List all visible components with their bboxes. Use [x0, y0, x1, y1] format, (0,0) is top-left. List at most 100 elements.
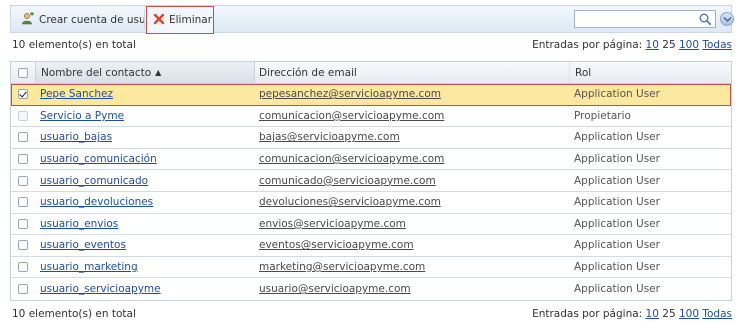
email-link[interactable]: pepesanchez@servicioapyme.com	[259, 88, 441, 100]
table-header: Nombre del contacto ▲ Dirección de email…	[11, 62, 731, 84]
role-label: Application User	[574, 196, 660, 209]
table-row[interactable]: Servicio a Pyme comunicacion@servicioapym…	[11, 106, 731, 128]
email-link[interactable]: comunicacion@servicioapyme.com	[259, 110, 444, 122]
row-select-cell	[11, 127, 35, 148]
contact-name-cell: usuario_comunicado	[35, 170, 255, 191]
email-link[interactable]: comunicacion@servicioapyme.com	[259, 153, 444, 165]
contact-name-link[interactable]: usuario_comunicación	[40, 153, 157, 165]
email-link[interactable]: marketing@servicioapyme.com	[259, 261, 425, 273]
page-size-25: 25	[662, 308, 676, 320]
contact-name-cell: usuario_bajas	[35, 127, 255, 148]
row-checkbox[interactable]	[18, 89, 28, 100]
email-cell: devoluciones@servicioapyme.com	[255, 192, 569, 213]
row-checkbox[interactable]	[18, 262, 28, 273]
table-row[interactable]: usuario_devoluciones devoluciones@servici…	[11, 192, 731, 214]
contact-name-link[interactable]: usuario_bajas	[40, 131, 112, 143]
select-all-cell	[11, 62, 35, 83]
email-cell: usuario@servicioapyme.com	[255, 278, 569, 300]
row-select-cell	[11, 235, 35, 256]
table-body: Pepe Sanchez pepesanchez@servicioapyme.co…	[11, 84, 731, 300]
delete-button[interactable]: Eliminar	[146, 6, 214, 34]
total-count: 10 elemento(s) en total	[12, 39, 136, 51]
email-cell: comunicacion@servicioapyme.com	[255, 106, 569, 127]
table-row[interactable]: Pepe Sanchez pepesanchez@servicioapyme.co…	[11, 84, 731, 106]
contact-name-link[interactable]: usuario_envios	[40, 218, 118, 230]
row-select-cell	[11, 278, 35, 300]
summary-bottom: 10 elemento(s) en total Entradas por pág…	[10, 308, 732, 322]
row-checkbox[interactable]	[18, 197, 28, 208]
row-checkbox[interactable]	[18, 284, 28, 295]
email-cell: envios@servicioapyme.com	[255, 214, 569, 235]
contact-name-cell: usuario_comunicación	[35, 149, 255, 170]
email-link[interactable]: devoluciones@servicioapyme.com	[259, 196, 441, 208]
row-select-cell	[11, 214, 35, 235]
table-row[interactable]: usuario_marketing marketing@servicioapyme…	[11, 257, 731, 279]
role-cell: Application User	[569, 278, 733, 300]
row-checkbox[interactable]	[18, 240, 28, 251]
header-role[interactable]: Rol	[569, 62, 733, 83]
add-user-icon	[21, 11, 35, 29]
row-checkbox[interactable]	[18, 175, 28, 186]
email-link[interactable]: bajas@servicioapyme.com	[259, 131, 400, 143]
search-icon[interactable]	[698, 12, 712, 26]
email-link[interactable]: usuario@servicioapyme.com	[259, 283, 411, 295]
delete-label: Eliminar	[169, 14, 213, 26]
contact-name-cell: usuario_eventos	[35, 235, 255, 256]
table-row[interactable]: usuario_bajas bajas@servicioapyme.com Appl…	[11, 127, 731, 149]
page-size-all[interactable]: Todas	[702, 39, 732, 51]
toolbar-separator	[144, 10, 145, 30]
contact-name-link[interactable]: usuario_marketing	[40, 261, 138, 273]
page-size-100[interactable]: 100	[679, 308, 699, 320]
row-checkbox[interactable]	[18, 218, 28, 229]
row-checkbox[interactable]	[18, 132, 28, 143]
contact-name-link[interactable]: Servicio a Pyme	[40, 110, 124, 122]
email-cell: pepesanchez@servicioapyme.com	[255, 84, 569, 105]
row-select-cell	[11, 84, 35, 105]
table-row[interactable]: usuario_envios envios@servicioapyme.com Ap…	[11, 214, 731, 236]
row-checkbox[interactable]	[18, 154, 28, 165]
role-label: Propietario	[574, 109, 631, 122]
email-link[interactable]: eventos@servicioapyme.com	[259, 239, 414, 251]
row-select-cell	[11, 257, 35, 278]
contact-name-cell: usuario_marketing	[35, 257, 255, 278]
role-cell: Application User	[569, 170, 733, 191]
contact-name-link[interactable]: usuario_comunicado	[40, 175, 148, 187]
table-row[interactable]: usuario_servicioapyme usuario@servicioapy…	[11, 278, 731, 300]
row-select-cell	[11, 192, 35, 213]
email-link[interactable]: envios@servicioapyme.com	[259, 218, 406, 230]
role-label: Application User	[574, 88, 660, 101]
table-row[interactable]: usuario_eventos eventos@servicioapyme.com…	[11, 235, 731, 257]
table-row[interactable]: usuario_comunicado comunicado@servicioapy…	[11, 170, 731, 192]
role-cell: Application User	[569, 84, 733, 105]
select-all-checkbox[interactable]	[18, 67, 28, 78]
contact-name-cell: usuario_envios	[35, 214, 255, 235]
email-cell: comunicado@servicioapyme.com	[255, 170, 569, 191]
role-cell: Propietario	[569, 106, 733, 127]
contact-name-link[interactable]: usuario_servicioapyme	[40, 283, 161, 295]
page-size-100[interactable]: 100	[679, 39, 699, 51]
contact-name-link[interactable]: usuario_devoluciones	[40, 196, 153, 208]
page-size-10[interactable]: 10	[646, 308, 659, 320]
email-cell: comunicacion@servicioapyme.com	[255, 149, 569, 170]
contacts-table: Nombre del contacto ▲ Dirección de email…	[10, 61, 732, 301]
per-page-label: Entradas por página:	[532, 308, 643, 320]
email-cell: bajas@servicioapyme.com	[255, 127, 569, 148]
expand-options-button[interactable]	[720, 12, 734, 26]
row-checkbox[interactable]	[18, 110, 28, 121]
header-name[interactable]: Nombre del contacto ▲	[35, 62, 255, 83]
role-label: Application User	[574, 174, 660, 187]
contact-name-link[interactable]: usuario_eventos	[40, 239, 126, 251]
page-size-10[interactable]: 10	[646, 39, 659, 51]
header-email[interactable]: Dirección de email	[255, 62, 569, 83]
role-cell: Application User	[569, 127, 733, 148]
role-label: Application User	[574, 239, 660, 252]
search-input[interactable]	[575, 11, 690, 27]
contact-name-link[interactable]: Pepe Sanchez	[40, 88, 113, 100]
email-link[interactable]: comunicado@servicioapyme.com	[259, 175, 436, 187]
page-size-all[interactable]: Todas	[702, 308, 732, 320]
header-email-label: Dirección de email	[259, 66, 357, 79]
page-size-selector: Entradas por página: 10 25 100 Todas	[532, 39, 732, 51]
role-cell: Application User	[569, 235, 733, 256]
page-size-selector: Entradas por página: 10 25 100 Todas	[532, 308, 732, 320]
table-row[interactable]: usuario_comunicación comunicacion@servici…	[11, 149, 731, 171]
